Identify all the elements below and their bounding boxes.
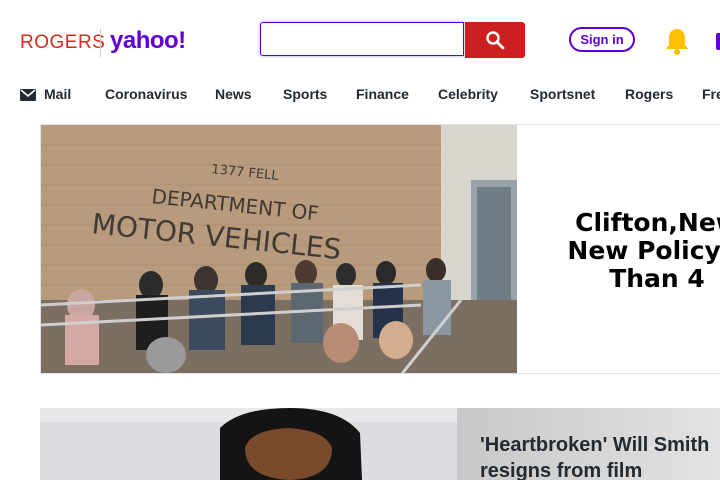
rogers-logo[interactable]: ROGERS xyxy=(20,32,105,54)
nav-item-rogers[interactable]: Rogers xyxy=(625,86,673,102)
search-input[interactable] xyxy=(260,22,464,56)
logo-divider xyxy=(100,29,101,57)
bell-icon[interactable] xyxy=(663,26,691,56)
main-nav: Mail Coronavirus News Sports Finance Cel… xyxy=(0,80,720,112)
story-headline-line1: 'Heartbroken' Will Smith xyxy=(480,434,710,456)
search-icon xyxy=(486,31,505,50)
hero-headline-line3: Than 4 xyxy=(609,264,705,293)
story-image xyxy=(40,408,457,480)
hero-image: 1377 FELL DEPARTMENT OF MOTOR VEHICLES xyxy=(41,125,517,373)
story-headline[interactable]: 'Heartbroken' Will Smith resigns from fi… xyxy=(480,432,709,480)
hero-headline-line2: New Policy F xyxy=(567,236,720,265)
story-headline-line2: resigns from film xyxy=(480,460,643,480)
story-card[interactable]: 'Heartbroken' Will Smith resigns from fi… xyxy=(40,408,720,480)
story-text-panel: 'Heartbroken' Will Smith resigns from fi… xyxy=(457,408,720,480)
hero-story[interactable]: 1377 FELL DEPARTMENT OF MOTOR VEHICLES C… xyxy=(40,124,720,374)
nav-item-coronavirus[interactable]: Coronavirus xyxy=(105,86,187,102)
sign-in-button[interactable]: Sign in xyxy=(569,27,635,52)
hero-headline[interactable]: Clifton,New New Policy F Than 4 xyxy=(533,209,720,293)
nav-item-sports[interactable]: Sports xyxy=(283,86,327,102)
nav-item-fre[interactable]: Fre xyxy=(702,86,720,102)
mail-shortcut-icon[interactable] xyxy=(716,33,720,50)
yahoo-logo[interactable]: yahoo! xyxy=(110,27,186,55)
hero-headline-line1: Clifton,New xyxy=(575,208,720,237)
nav-item-sportsnet[interactable]: Sportsnet xyxy=(530,86,595,102)
search-button[interactable] xyxy=(465,22,525,58)
nav-item-news[interactable]: News xyxy=(215,86,252,102)
site-header: ROGERS yahoo! Sign in xyxy=(0,0,720,80)
nav-item-celebrity[interactable]: Celebrity xyxy=(438,86,498,102)
mail-icon xyxy=(20,89,36,101)
nav-item-mail[interactable]: Mail xyxy=(44,86,71,102)
nav-item-finance[interactable]: Finance xyxy=(356,86,409,102)
